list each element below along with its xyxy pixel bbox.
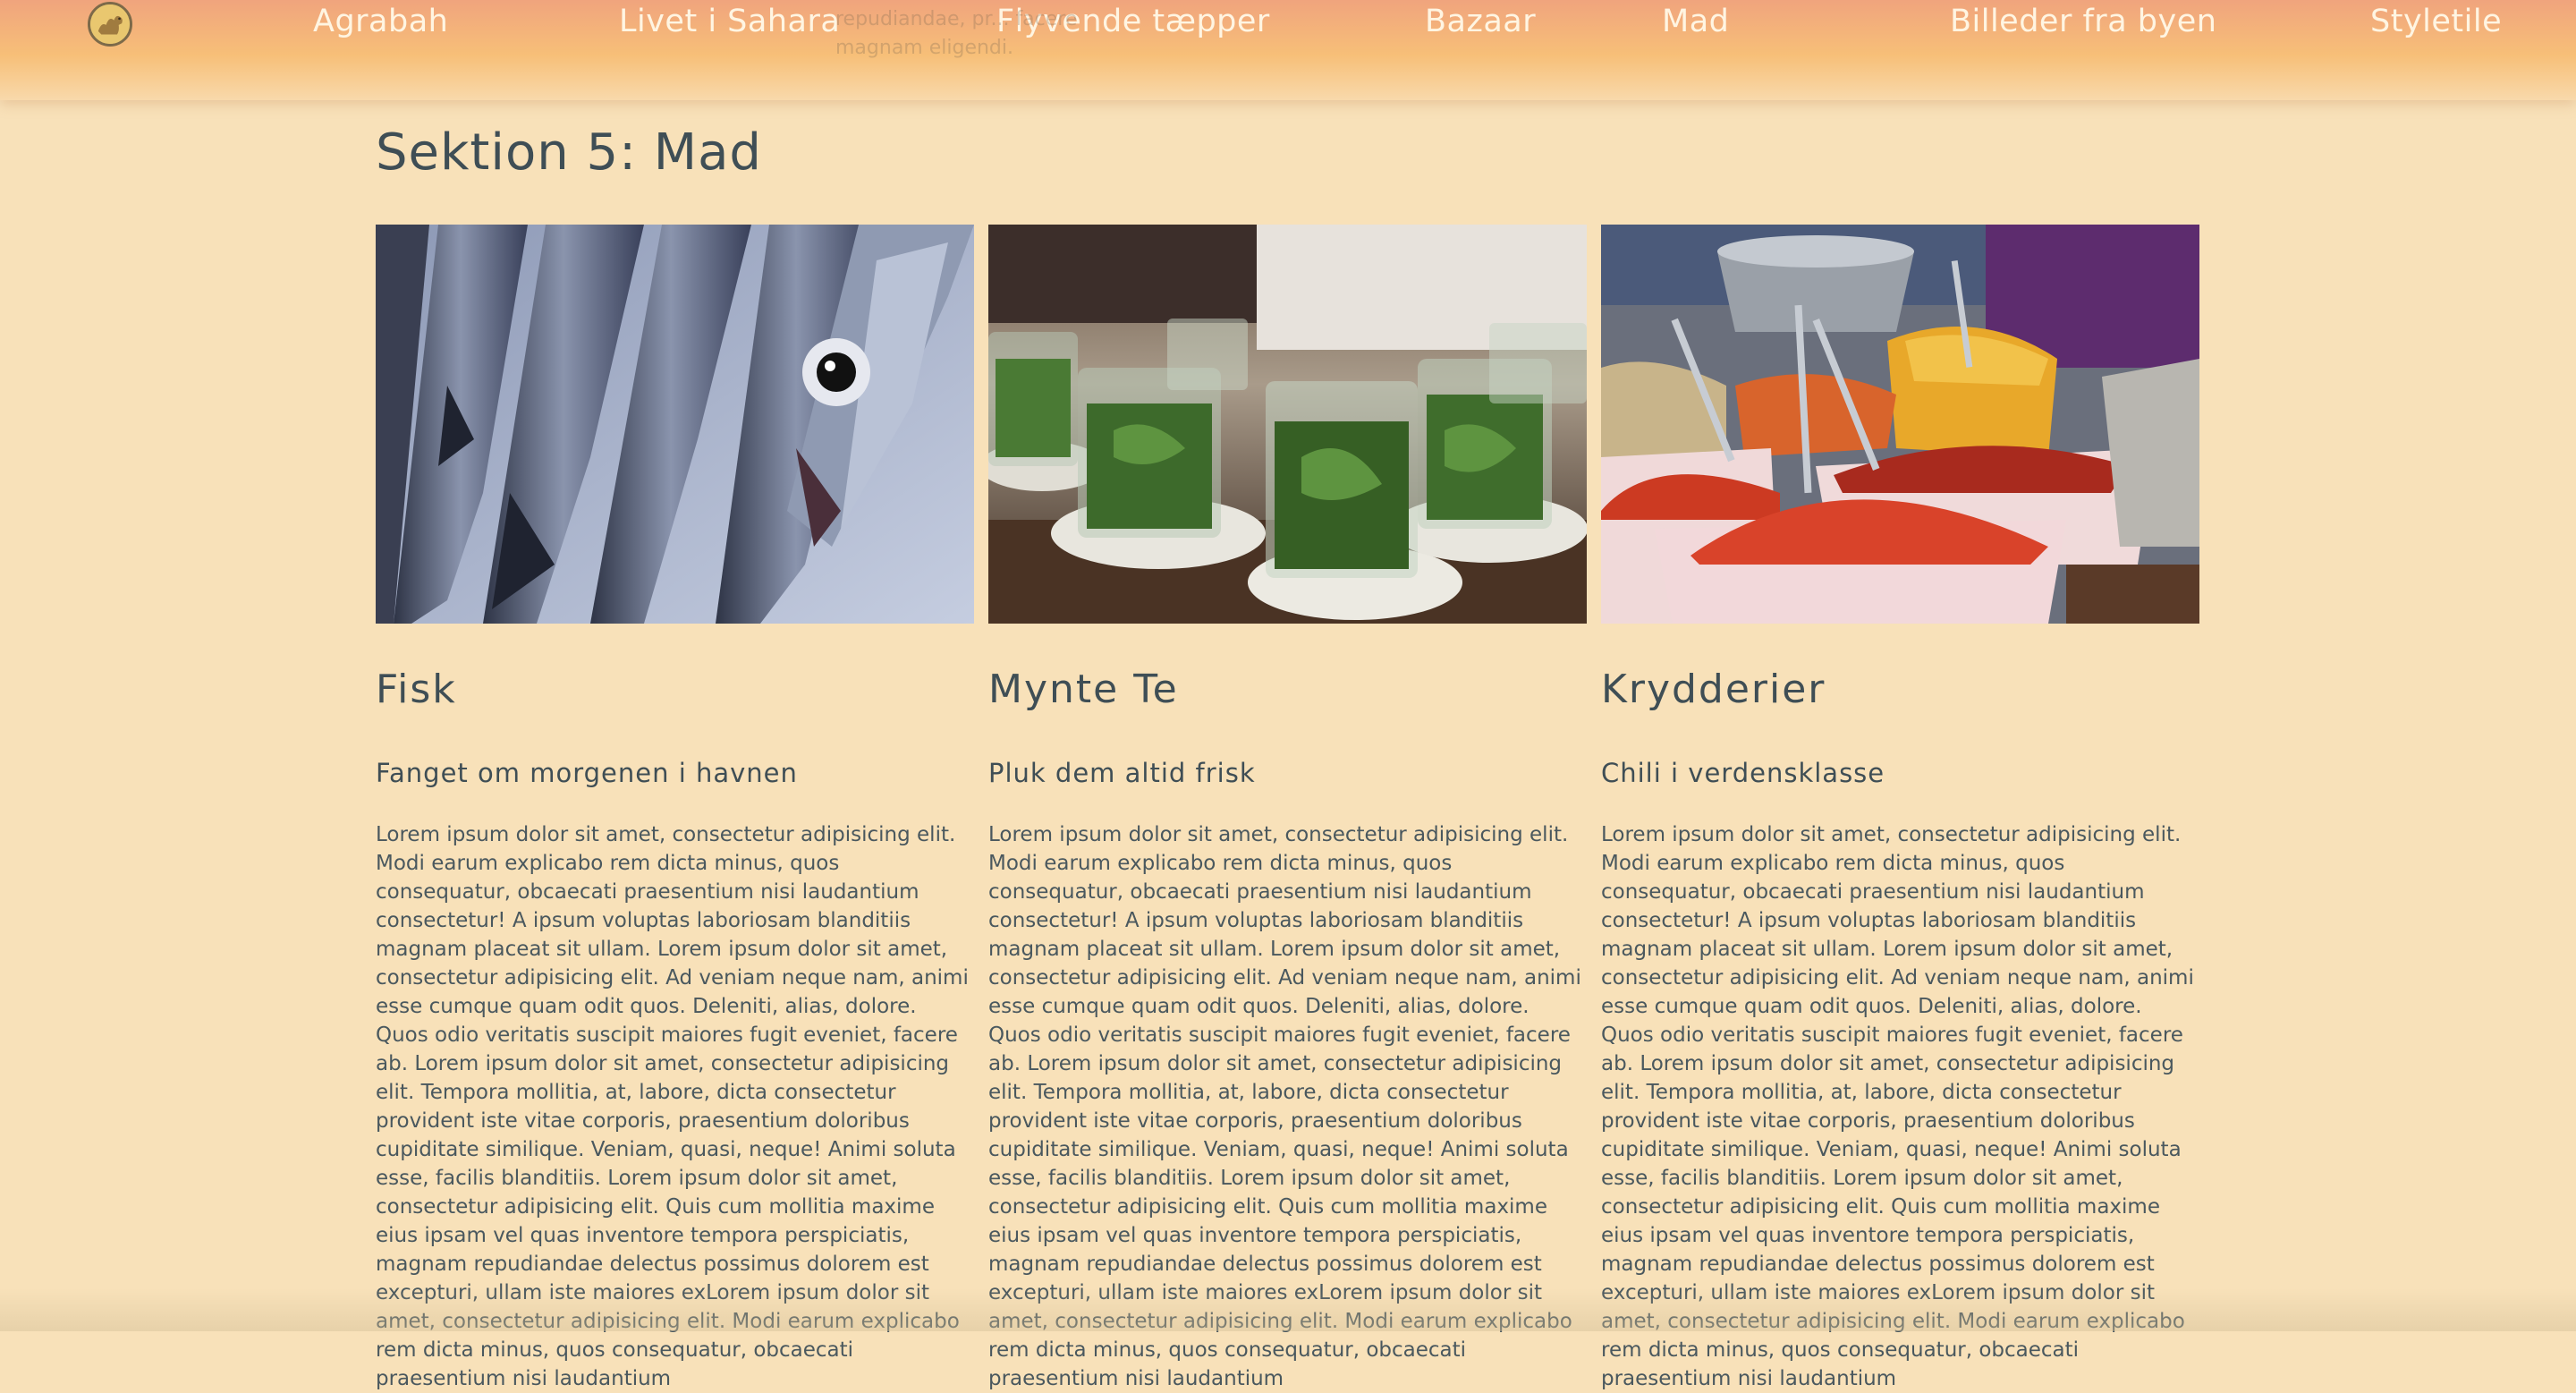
mint-tea-photo xyxy=(988,225,1587,624)
card-body-text: Lorem ipsum dolor sit amet, consectetur … xyxy=(988,823,1581,1390)
card-subtitle: Pluk dem altid frisk xyxy=(988,758,1256,788)
card-title: Krydderier xyxy=(1601,667,1826,712)
nav-item-agrabah[interactable]: Agrabah xyxy=(313,4,448,39)
section-title: Sektion 5: Mad xyxy=(376,123,762,182)
card-body-text: Lorem ipsum dolor sit amet, consectetur … xyxy=(376,823,969,1390)
nav-item-flyvende-taepper[interactable]: Flyvende tæpper xyxy=(996,4,1270,39)
spices-photo xyxy=(1601,225,2199,624)
nav-item-styletile[interactable]: Styletile xyxy=(2370,4,2502,39)
card-title: Fisk xyxy=(376,667,457,712)
card-title: Mynte Te xyxy=(988,667,1179,712)
food-card-mynte-te: Mynte Te Pluk dem altid frisk Lorem ipsu… xyxy=(988,225,1587,1390)
nav-item-bazaar[interactable]: Bazaar xyxy=(1425,4,1536,39)
top-navigation-bar: Agrabah Livet i Sahara Flyvende tæpper B… xyxy=(0,0,2576,100)
fish-photo xyxy=(376,225,974,624)
food-card-fisk: Fisk Fanget om morgenen i havnen Lorem i… xyxy=(376,225,974,1390)
nav-item-billeder-fra-byen[interactable]: Billeder fra byen xyxy=(1950,4,2216,39)
camel-logo-icon[interactable] xyxy=(88,2,132,47)
food-card-krydderier: Krydderier Chili i verdensklasse Lorem i… xyxy=(1601,225,2199,1390)
card-subtitle: Chili i verdensklasse xyxy=(1601,758,1885,788)
card-body-text: Lorem ipsum dolor sit amet, consectetur … xyxy=(1601,823,2194,1390)
nav-item-mad[interactable]: Mad xyxy=(1662,4,1729,39)
card-subtitle: Fanget om morgenen i havnen xyxy=(376,758,798,788)
nav-item-livet-i-sahara[interactable]: Livet i Sahara xyxy=(619,4,840,39)
